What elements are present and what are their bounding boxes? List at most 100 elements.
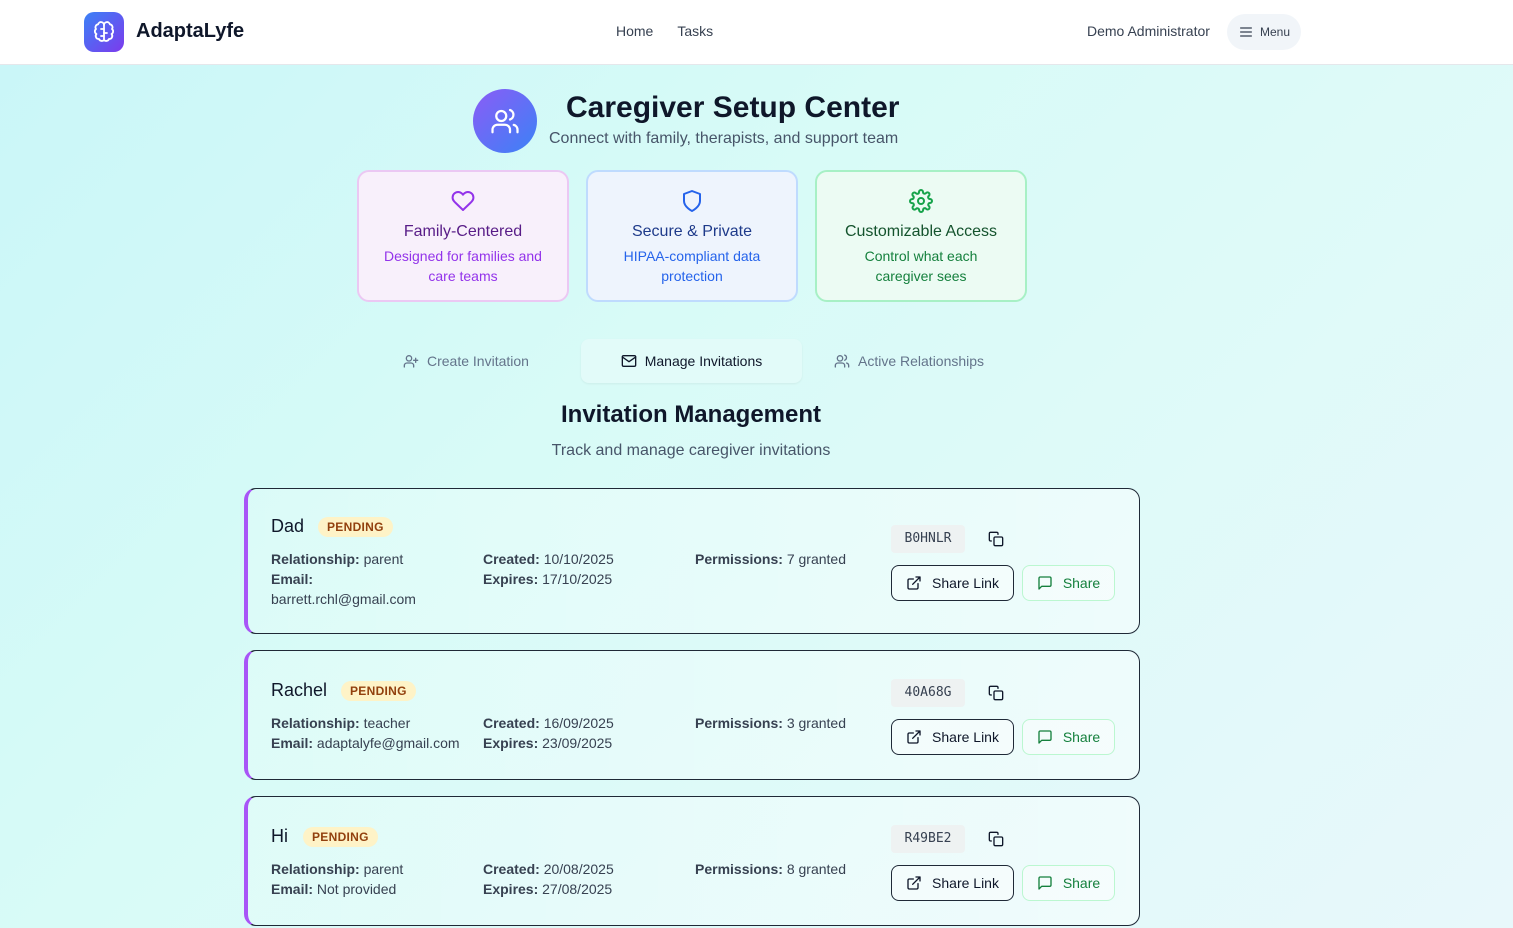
date-info: Created: 20/08/2025 Expires: 27/08/2025 bbox=[483, 859, 614, 899]
expires-label: Expires: bbox=[483, 881, 539, 897]
feature-card-secure: Secure & Private HIPAA-compliant data pr… bbox=[586, 170, 798, 302]
relationship-info: Relationship: parent Email: Not provided bbox=[271, 859, 403, 899]
gear-icon bbox=[909, 189, 933, 213]
tab-active-relationships[interactable]: Active Relationships bbox=[834, 339, 984, 383]
external-link-icon bbox=[907, 576, 921, 590]
permissions-value: 3 granted bbox=[786, 715, 846, 731]
permissions-label: Permissions: bbox=[695, 861, 783, 877]
tab-create-invitation[interactable]: Create Invitation bbox=[403, 339, 529, 383]
expires-value: 17/10/2025 bbox=[542, 571, 613, 587]
share-link-button[interactable]: Share Link bbox=[891, 565, 1014, 601]
brand-name[interactable]: AdaptaLyfe bbox=[136, 20, 244, 43]
copy-code-button[interactable] bbox=[984, 827, 1008, 851]
feature-title: Family-Centered bbox=[403, 223, 523, 240]
relationship-value: parent bbox=[363, 861, 404, 877]
copy-code-button[interactable] bbox=[984, 681, 1008, 705]
created-label: Created: bbox=[483, 861, 540, 877]
copy-icon bbox=[988, 685, 1004, 701]
invitee-name: Rachel bbox=[271, 680, 328, 700]
main-nav: Home Tasks bbox=[616, 23, 713, 39]
user-plus-icon bbox=[403, 355, 419, 368]
permissions-value: 8 granted bbox=[786, 861, 846, 877]
invitee-name: Dad bbox=[271, 516, 305, 536]
invitation-card: Dad PENDING Relationship: parent Email: … bbox=[244, 488, 1140, 634]
copy-code-button[interactable] bbox=[984, 527, 1008, 551]
email-value: Not provided bbox=[316, 881, 397, 897]
share-link-label: Share Link bbox=[932, 575, 999, 591]
created-value: 20/08/2025 bbox=[543, 861, 614, 877]
feature-desc: Control what each caregiver sees bbox=[864, 248, 978, 284]
expires-label: Expires: bbox=[483, 735, 539, 751]
expires-value: 23/09/2025 bbox=[542, 735, 613, 751]
copy-icon bbox=[988, 531, 1004, 547]
feature-desc: Designed for families and care teams bbox=[384, 248, 542, 284]
invitation-card: Hi PENDING Relationship: parent Email: N… bbox=[244, 796, 1140, 926]
permissions-info: Permissions: 7 granted bbox=[695, 549, 846, 569]
nav-home[interactable]: Home bbox=[616, 23, 653, 39]
share-label: Share bbox=[1062, 875, 1101, 891]
share-link-button[interactable]: Share Link bbox=[891, 719, 1014, 755]
email-label: Email: bbox=[271, 881, 314, 897]
date-info: Created: 10/10/2025 Expires: 17/10/2025 bbox=[483, 549, 614, 589]
share-link-label: Share Link bbox=[932, 875, 999, 891]
shield-icon bbox=[683, 190, 701, 212]
share-label: Share bbox=[1062, 729, 1101, 745]
invite-code: 40A68G bbox=[891, 679, 965, 707]
tab-label: Active Relationships bbox=[858, 353, 985, 369]
users-icon bbox=[473, 89, 537, 153]
email-value: barrett.rchl@gmail.com bbox=[271, 591, 416, 607]
user-name: Demo Administrator bbox=[1087, 23, 1210, 39]
permissions-label: Permissions: bbox=[695, 551, 783, 567]
expires-value: 27/08/2025 bbox=[542, 881, 613, 897]
top-navbar: AdaptaLyfe Home Tasks Demo Administrator… bbox=[0, 0, 1513, 65]
message-icon bbox=[1038, 730, 1052, 744]
hamburger-icon bbox=[1239, 27, 1252, 37]
relationship-label: Relationship: bbox=[271, 551, 360, 567]
expires-label: Expires: bbox=[483, 571, 539, 587]
share-button[interactable]: Share bbox=[1022, 865, 1115, 901]
feature-card-family: Family-Centered Designed for families an… bbox=[357, 170, 569, 302]
page-subtitle: Connect with family, therapists, and sup… bbox=[549, 130, 899, 147]
status-badge: PENDING bbox=[303, 827, 378, 847]
brain-logo-icon[interactable] bbox=[84, 12, 124, 52]
mail-icon bbox=[621, 355, 637, 367]
feature-card-access: Customizable Access Control what each ca… bbox=[815, 170, 1027, 302]
message-icon bbox=[1038, 576, 1052, 590]
tab-label: Create Invitation bbox=[427, 353, 529, 369]
status-badge: PENDING bbox=[318, 517, 393, 537]
tab-manage-invitations[interactable]: Manage Invitations bbox=[581, 339, 802, 383]
relationship-label: Relationship: bbox=[271, 715, 360, 731]
heart-icon bbox=[451, 191, 475, 211]
permissions-value: 7 granted bbox=[786, 551, 846, 567]
date-info: Created: 16/09/2025 Expires: 23/09/2025 bbox=[483, 713, 614, 753]
created-label: Created: bbox=[483, 551, 540, 567]
feature-title: Secure & Private bbox=[631, 223, 753, 240]
relationship-label: Relationship: bbox=[271, 861, 360, 877]
permissions-info: Permissions: 8 granted bbox=[695, 859, 846, 879]
permissions-info: Permissions: 3 granted bbox=[695, 713, 846, 733]
menu-label: Menu bbox=[1259, 25, 1291, 39]
users-icon bbox=[834, 354, 850, 368]
relationship-info: Relationship: teacher Email: adaptalyfe@… bbox=[271, 713, 460, 753]
share-button[interactable]: Share bbox=[1022, 719, 1115, 755]
share-label: Share bbox=[1062, 575, 1101, 591]
message-icon bbox=[1038, 876, 1052, 890]
relationship-value: teacher bbox=[363, 715, 411, 731]
email-value: adaptalyfe@gmail.com bbox=[316, 735, 460, 751]
share-link-button[interactable]: Share Link bbox=[891, 865, 1014, 901]
section-title: Invitation Management bbox=[560, 401, 822, 428]
feature-desc: HIPAA-compliant data protection bbox=[623, 248, 761, 284]
invite-code: B0HNLR bbox=[891, 525, 965, 553]
copy-icon bbox=[988, 831, 1004, 847]
share-button[interactable]: Share bbox=[1022, 565, 1115, 601]
page-title: Caregiver Setup Center bbox=[566, 91, 900, 124]
permissions-label: Permissions: bbox=[695, 715, 783, 731]
invitation-card: Rachel PENDING Relationship: teacher Ema… bbox=[244, 650, 1140, 780]
share-link-label: Share Link bbox=[932, 729, 999, 745]
relationship-value: parent bbox=[363, 551, 404, 567]
email-label: Email: bbox=[271, 571, 314, 587]
created-value: 16/09/2025 bbox=[543, 715, 614, 731]
section-subtitle: Track and manage caregiver invitations bbox=[551, 442, 831, 459]
nav-tasks[interactable]: Tasks bbox=[677, 23, 713, 39]
menu-button[interactable]: Menu bbox=[1227, 14, 1301, 50]
